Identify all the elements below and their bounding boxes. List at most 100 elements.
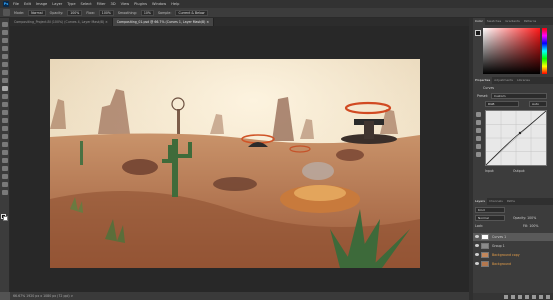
document-tab-bar: Compositing_Project-BI (100%) (Curves 4,… — [10, 18, 469, 26]
menu-image[interactable]: Image — [36, 2, 47, 6]
eraser-tool-icon[interactable] — [2, 110, 8, 115]
history-brush-tool-icon[interactable] — [2, 102, 8, 107]
layer-filter-kind[interactable]: Kind — [475, 207, 505, 213]
sample-label: Sample: — [157, 10, 172, 15]
new-group-icon[interactable] — [532, 294, 536, 299]
tools-panel — [0, 18, 10, 292]
add-mask-icon[interactable] — [518, 294, 522, 299]
layer-row[interactable]: Curves 1 — [473, 233, 553, 241]
healing-brush-tool-icon[interactable] — [2, 78, 8, 83]
brush-tool-preset-icon[interactable] — [3, 9, 10, 16]
menu-view[interactable]: View — [121, 2, 130, 6]
smoothing-label: Smoothing: — [117, 10, 137, 15]
eyedropper-tool-icon[interactable] — [2, 70, 8, 75]
pencil-curve-icon[interactable] — [476, 152, 481, 157]
tab-adjustments[interactable]: Adjustments — [492, 77, 515, 84]
tab-libraries[interactable]: Libraries — [515, 77, 532, 84]
on-image-adjust-icon[interactable] — [476, 112, 481, 117]
document-canvas[interactable] — [50, 59, 420, 268]
tab-color[interactable]: Color — [473, 18, 485, 25]
hand-tool-icon[interactable] — [2, 174, 8, 179]
crop-tool-icon[interactable] — [2, 54, 8, 59]
marquee-tool-icon[interactable] — [2, 30, 8, 35]
blur-tool-icon[interactable] — [2, 126, 8, 131]
curves-properties: Curves Preset: Custom RGB Auto Input: Ou… — [473, 86, 553, 198]
menu-select[interactable]: Select — [81, 2, 92, 6]
menu-type[interactable]: Type — [67, 2, 75, 6]
pen-tool-icon[interactable] — [2, 142, 8, 147]
layers-panel-tabs: Layers Channels Paths — [473, 198, 553, 205]
tab-compositing-01[interactable]: Compositing_01.psd @ 66.7% (Curves 1, La… — [112, 18, 215, 26]
tab-gradients[interactable]: Gradients — [503, 18, 522, 25]
smoothing-field[interactable]: 10% — [140, 9, 154, 16]
zoom-tool-icon[interactable] — [2, 182, 8, 187]
move-tool-icon[interactable] — [2, 22, 8, 27]
visibility-eye-icon[interactable] — [475, 244, 479, 247]
visibility-eye-icon[interactable] — [475, 235, 479, 238]
curves-graph[interactable] — [485, 110, 547, 166]
menu-window[interactable]: Window — [152, 2, 166, 6]
blend-mode-dropdown[interactable]: Normal — [475, 215, 505, 221]
menu-3d[interactable]: 3D — [111, 2, 116, 6]
gray-point-eyedropper-icon[interactable] — [476, 128, 481, 133]
clone-stamp-tool-icon[interactable] — [2, 94, 8, 99]
folder-icon — [481, 243, 489, 249]
visibility-eye-icon[interactable] — [475, 262, 479, 265]
tab-patterns[interactable]: Patterns — [522, 18, 538, 25]
tab-channels[interactable]: Channels — [487, 198, 505, 205]
menu-plugins[interactable]: Plugins — [134, 2, 147, 6]
gradient-tool-icon[interactable] — [2, 118, 8, 123]
color-panel-foreground-swatch[interactable] — [475, 30, 481, 36]
link-layers-icon[interactable] — [504, 294, 508, 299]
layer-row[interactable]: Background copy — [473, 251, 553, 259]
curve-point-icon[interactable] — [476, 144, 481, 149]
rectangle-tool-icon[interactable] — [2, 166, 8, 171]
menu-edit[interactable]: Edit — [24, 2, 31, 6]
tab-layers[interactable]: Layers — [473, 198, 487, 205]
layer-row[interactable]: Background — [473, 260, 553, 268]
color-picker-field[interactable] — [483, 28, 540, 74]
right-panel-dock: Color Swatches Gradients Patterns Proper… — [473, 18, 553, 300]
delete-layer-icon[interactable] — [546, 294, 550, 299]
flow-field[interactable]: 100% — [98, 9, 114, 16]
sample-dropdown[interactable]: Current & Below — [175, 9, 208, 16]
hue-slider[interactable] — [542, 28, 547, 74]
menu-file[interactable]: File — [13, 2, 19, 6]
mode-dropdown[interactable]: Normal — [28, 9, 46, 16]
brush-tool-icon[interactable] — [2, 86, 8, 91]
menu-filter[interactable]: Filter — [97, 2, 106, 6]
menu-help[interactable]: Help — [171, 2, 179, 6]
preset-dropdown[interactable]: Custom — [491, 93, 547, 99]
adjustment-layer-icon[interactable] — [525, 294, 529, 299]
new-layer-icon[interactable] — [539, 294, 543, 299]
white-point-eyedropper-icon[interactable] — [476, 136, 481, 141]
path-selection-tool-icon[interactable] — [2, 158, 8, 163]
lasso-tool-icon[interactable] — [2, 38, 8, 43]
visibility-eye-icon[interactable] — [475, 253, 479, 256]
layer-fill[interactable]: Fill: 100% — [523, 224, 538, 228]
more-tools-icon[interactable] — [2, 190, 8, 195]
tab-compositing-project[interactable]: Compositing_Project-BI (100%) (Curves 4,… — [10, 18, 113, 26]
black-point-eyedropper-icon[interactable] — [476, 120, 481, 125]
quick-select-tool-icon[interactable] — [2, 46, 8, 51]
status-bar: 66.67% 1920 px x 1080 px (72 ppi) > — [10, 292, 469, 300]
menu-layer[interactable]: Layer — [52, 2, 62, 6]
layer-style-icon[interactable] — [511, 294, 515, 299]
channel-dropdown[interactable]: RGB — [485, 101, 519, 107]
layer-opacity[interactable]: Opacity: 100% — [513, 216, 536, 220]
type-tool-icon[interactable] — [2, 150, 8, 155]
frame-tool-icon[interactable] — [2, 62, 8, 67]
tab-properties[interactable]: Properties — [473, 77, 493, 84]
background-color-swatch[interactable] — [3, 216, 8, 221]
dodge-tool-icon[interactable] — [2, 134, 8, 139]
auto-button[interactable]: Auto — [529, 101, 547, 107]
photoshop-logo-icon[interactable]: Ps — [3, 1, 9, 7]
options-bar: Mode: Normal Opacity: 100% Flow: 100% Sm… — [0, 8, 553, 18]
tab-paths[interactable]: Paths — [505, 198, 517, 205]
layer-row[interactable]: Group 1 — [473, 242, 553, 250]
layer-name: Background copy — [492, 253, 520, 257]
opacity-field[interactable]: 100% — [67, 9, 83, 16]
tab-swatches[interactable]: Swatches — [485, 18, 503, 25]
output-label: Output: — [513, 169, 526, 173]
desert-scene-image — [50, 59, 420, 268]
